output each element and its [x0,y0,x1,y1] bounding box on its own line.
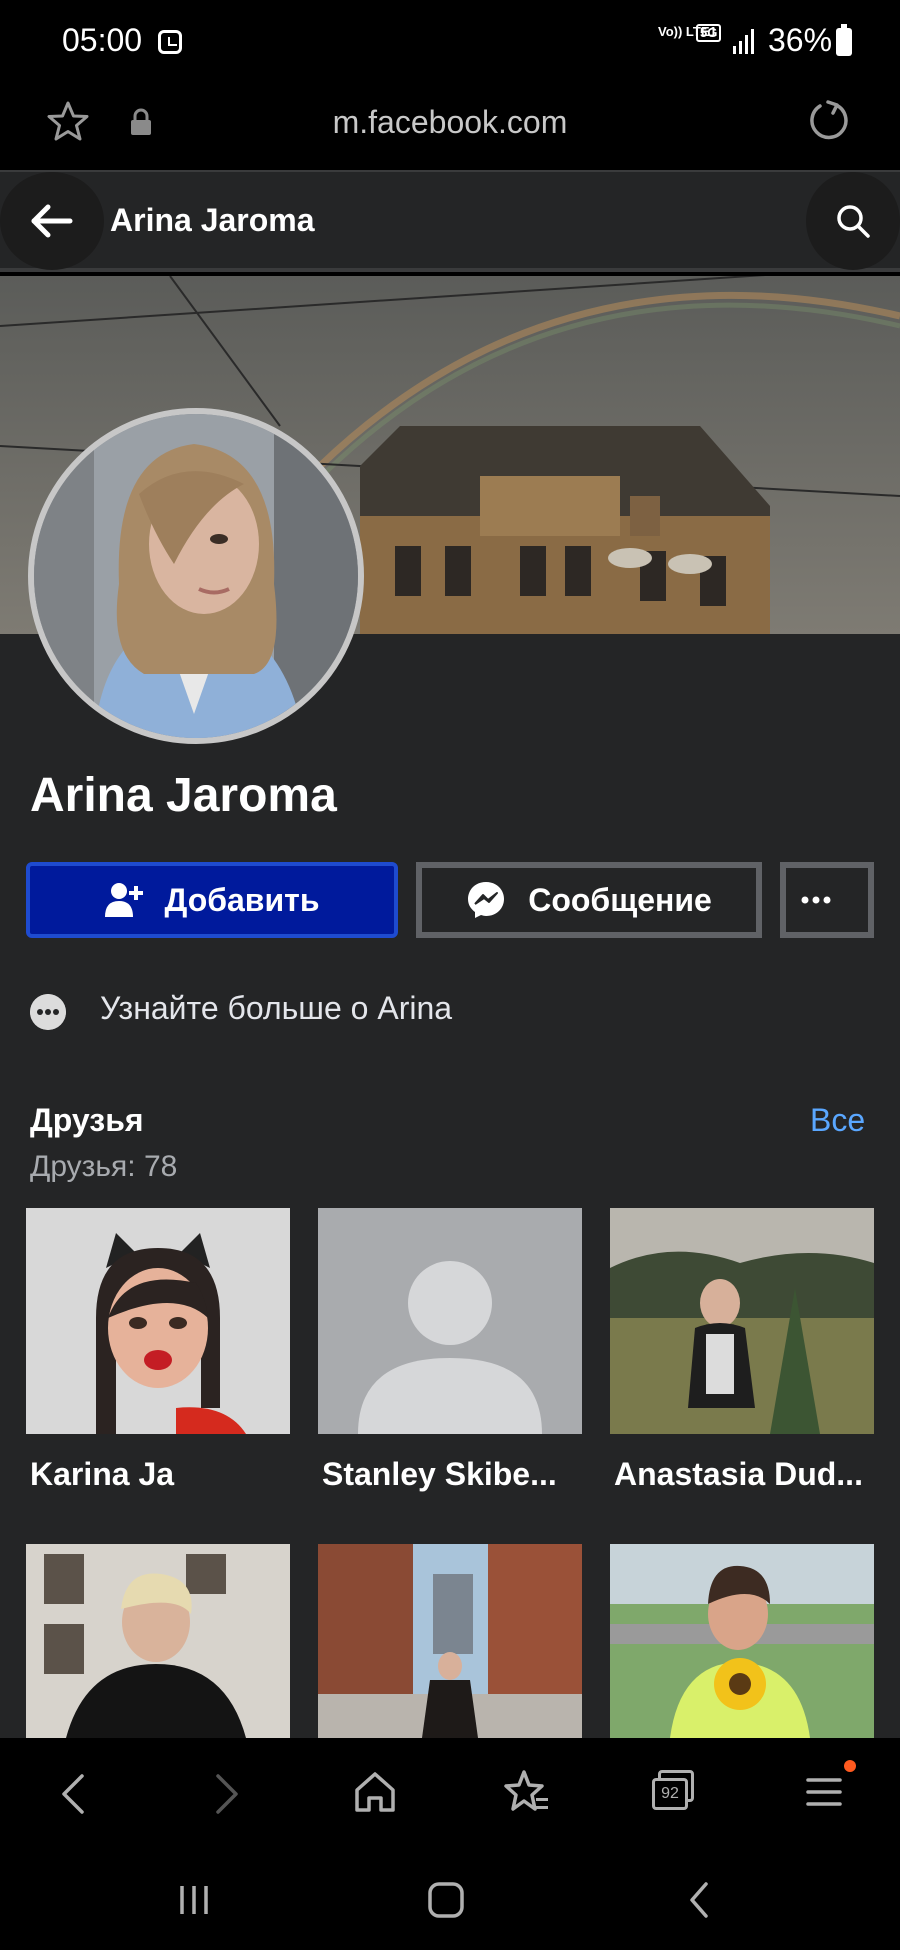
bookmarks-icon[interactable] [502,1768,550,1816]
friend-name[interactable]: Stanley Skibe... [322,1456,592,1493]
battery-percentage: 36% [768,22,833,58]
tabs-count: 92 [652,1778,688,1810]
home-button-icon[interactable] [426,1880,466,1920]
tabs-icon[interactable]: 92 [652,1770,696,1810]
nav-forward-icon[interactable] [212,1772,242,1816]
clock: 05:00 [62,22,143,58]
back-button[interactable] [0,172,104,270]
friend-name[interactable]: Karina Ja [30,1456,300,1493]
default-avatar-icon [318,1208,582,1434]
recent-apps-icon[interactable] [176,1882,212,1918]
add-friend-button[interactable]: Добавить [26,862,398,938]
alarm-icon [158,30,182,54]
menu-icon[interactable] [804,1774,844,1810]
see-all-friends-link[interactable]: Все [810,1102,865,1139]
friend-name[interactable]: Anastasia Dud... [614,1456,874,1493]
friend-photo-karina[interactable] [26,1208,290,1434]
url-text[interactable]: m.facebook.com [0,100,900,144]
avatar [34,414,358,738]
friends-count: Друзья: 78 [30,1150,178,1183]
friends-section-title: Друзья [30,1102,144,1138]
message-button[interactable]: Сообщение [416,862,762,938]
friend-avatar [26,1208,290,1434]
notification-dot [844,1760,856,1772]
profile-picture[interactable] [28,408,364,744]
friend-photo-5[interactable] [318,1544,582,1738]
add-friend-label: Добавить [164,881,320,918]
home-icon[interactable] [352,1770,398,1814]
messenger-icon [468,882,505,918]
browser-bottom-nav [0,1738,900,1850]
friend-avatar [610,1208,874,1434]
friend-photo-4[interactable] [26,1544,290,1738]
message-label: Сообщение [528,881,712,918]
friend-avatar [318,1544,582,1738]
friend-avatar [610,1544,874,1738]
search-button[interactable] [806,172,900,270]
about-link[interactable]: Узнайте больше о Arina [100,990,452,1027]
page-title: Arina Jaroma [110,202,315,238]
about-dots-icon [30,994,66,1030]
battery-icon [836,24,852,56]
back-arrow-icon [31,204,73,238]
friend-photo-6[interactable] [610,1544,874,1738]
network-type-badge: 5G [696,24,722,42]
friend-photo-stanley[interactable] [318,1208,582,1434]
signal-icon [733,29,754,54]
system-back-icon[interactable] [686,1880,712,1920]
more-dots-icon [801,896,831,904]
add-person-icon [104,883,143,917]
friend-avatar [26,1544,290,1738]
profile-name: Arina Jaroma [30,769,337,822]
reload-icon[interactable] [806,98,852,144]
more-options-button[interactable] [780,862,874,938]
search-icon [837,205,870,238]
friend-photo-anastasia[interactable] [610,1208,874,1434]
nav-back-icon[interactable] [58,1772,88,1816]
